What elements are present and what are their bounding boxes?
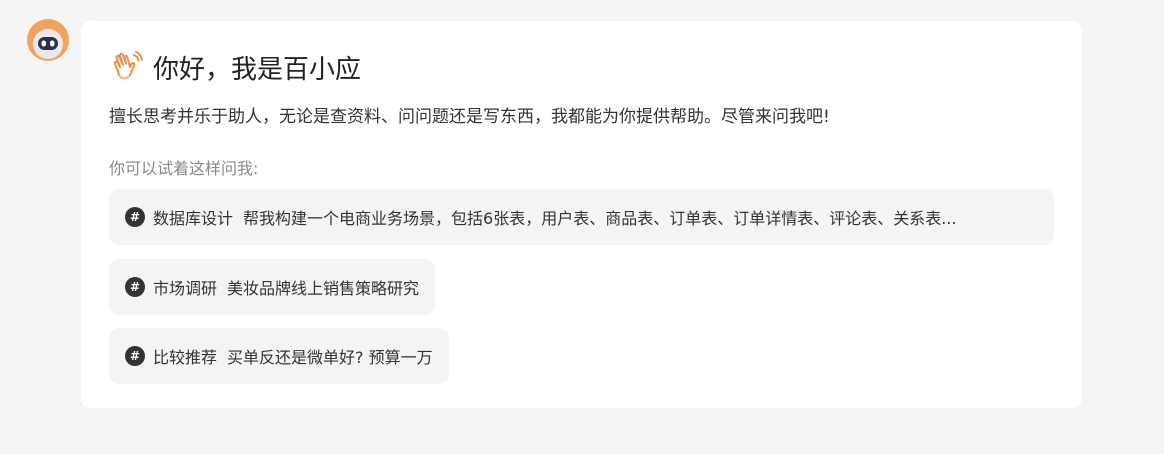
suggestion-prompt: 美妆品牌线上销售策略研究 [227, 279, 420, 298]
robot-avatar-icon [27, 19, 69, 61]
waving-hand-icon [113, 51, 143, 80]
welcome-card: 你好，我是百小应 擅长思考并乐于助人，无论是查资料、问问题还是写东西，我都能为你… [81, 21, 1082, 408]
hash-icon: # [125, 346, 145, 366]
suggestion-hint: 你可以试着这样问我: [109, 159, 259, 178]
greeting-row: 你好，我是百小应 [109, 48, 361, 86]
hash-icon: # [125, 277, 145, 297]
suggestion-prompt: 帮我构建一个电商业务场景，包括6张表，用户表、商品表、订单表、订单详情表、评论表… [243, 209, 957, 228]
suggestion-item-comparison[interactable]: # 比较推荐 买单反还是微单好? 预算一万 [109, 328, 449, 384]
suggestion-item-market-research[interactable]: # 市场调研 美妆品牌线上销售策略研究 [109, 259, 436, 315]
suggestion-tag: 市场调研 [153, 279, 218, 298]
greeting-title: 你好，我是百小应 [153, 54, 362, 85]
assistant-intro: 擅长思考并乐于助人，无论是查资料、问问题还是写东西，我都能为你提供帮助。尽管来问… [109, 107, 830, 127]
hash-icon: # [125, 207, 145, 227]
suggestion-tag: 比较推荐 [153, 348, 218, 367]
suggestion-prompt: 买单反还是微单好? 预算一万 [227, 348, 433, 367]
suggestion-item-database-design[interactable]: # 数据库设计 帮我构建一个电商业务场景，包括6张表，用户表、商品表、订单表、订… [109, 189, 1054, 245]
suggestion-tag: 数据库设计 [153, 209, 234, 228]
